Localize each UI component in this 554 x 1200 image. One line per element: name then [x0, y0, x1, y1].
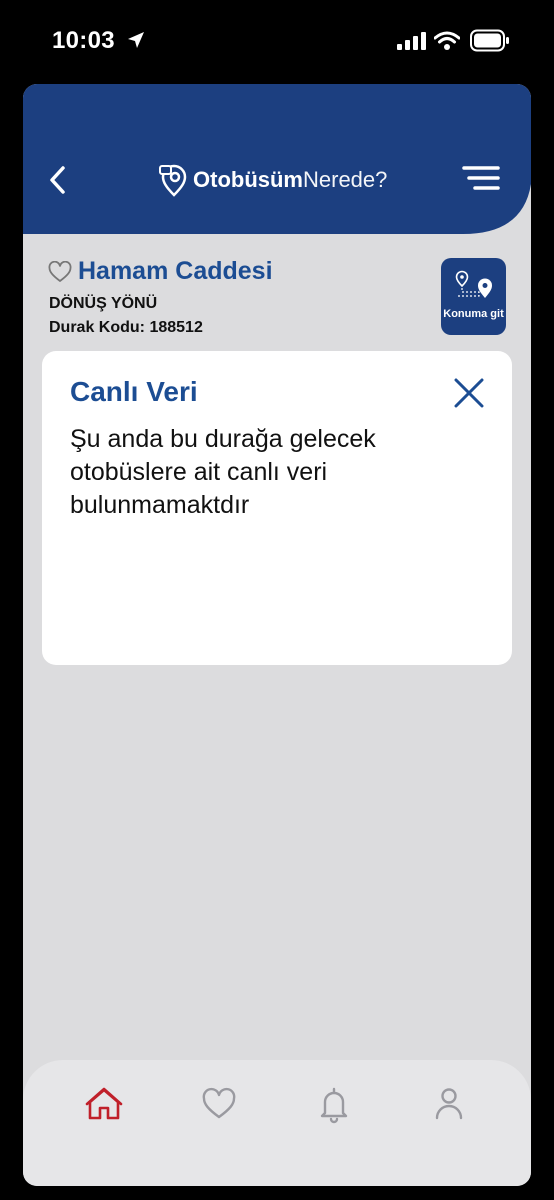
- nav-profile[interactable]: [427, 1082, 471, 1126]
- status-time: 10:03: [52, 27, 115, 54]
- nav-favorites[interactable]: [197, 1082, 241, 1126]
- live-data-message: Şu anda bu durağa gelecek otobüslere ait…: [70, 425, 376, 519]
- route-pin-icon: [455, 270, 492, 298]
- home-icon: [85, 1087, 123, 1120]
- heart-icon: [202, 1087, 236, 1119]
- close-button[interactable]: [452, 376, 486, 410]
- nav-notifications[interactable]: [312, 1082, 356, 1126]
- battery-icon: [470, 29, 509, 52]
- stop-code: Durak Kodu: 188512: [49, 319, 203, 336]
- live-data-card: Canlı Veri Şu anda bu durağa gelecek oto…: [42, 351, 512, 665]
- header-background: [23, 84, 531, 234]
- wifi-icon: [434, 31, 460, 50]
- user-icon: [435, 1088, 463, 1120]
- location-arrow-icon: [128, 32, 144, 48]
- logo-text-bold: Otobüsüm: [193, 167, 303, 192]
- logo-text-light: Nerede?: [303, 167, 388, 192]
- status-bar: 10:03: [0, 0, 554, 84]
- nav-home[interactable]: [82, 1082, 126, 1126]
- app-logo: OtobüsümNerede?: [159, 160, 387, 200]
- live-data-title: Canlı Veri: [70, 376, 198, 407]
- app-screen: OtobüsümNerede? Hamam Caddesi DÖNÜŞ YÖNÜ…: [23, 84, 531, 1186]
- bottom-navigation: [23, 1060, 531, 1186]
- logo-text: OtobüsümNerede?: [193, 167, 387, 193]
- menu-button[interactable]: [461, 164, 501, 194]
- favorite-heart-icon[interactable]: [48, 261, 72, 283]
- back-button[interactable]: [43, 160, 73, 200]
- back-chevron-icon: [50, 166, 65, 194]
- stop-direction: DÖNÜŞ YÖNÜ: [49, 295, 158, 312]
- cellular-signal-icon: [397, 32, 426, 50]
- go-to-location-button[interactable]: Konuma git: [441, 258, 506, 335]
- hamburger-menu-icon: [462, 166, 500, 190]
- bus-pin-logo-icon: [159, 164, 187, 197]
- app-header: OtobüsümNerede?: [23, 84, 531, 234]
- close-x-icon: [454, 378, 484, 408]
- go-to-location-label: Konuma git: [443, 308, 504, 320]
- stop-name: Hamam Caddesi: [78, 257, 273, 285]
- bell-icon: [320, 1087, 348, 1124]
